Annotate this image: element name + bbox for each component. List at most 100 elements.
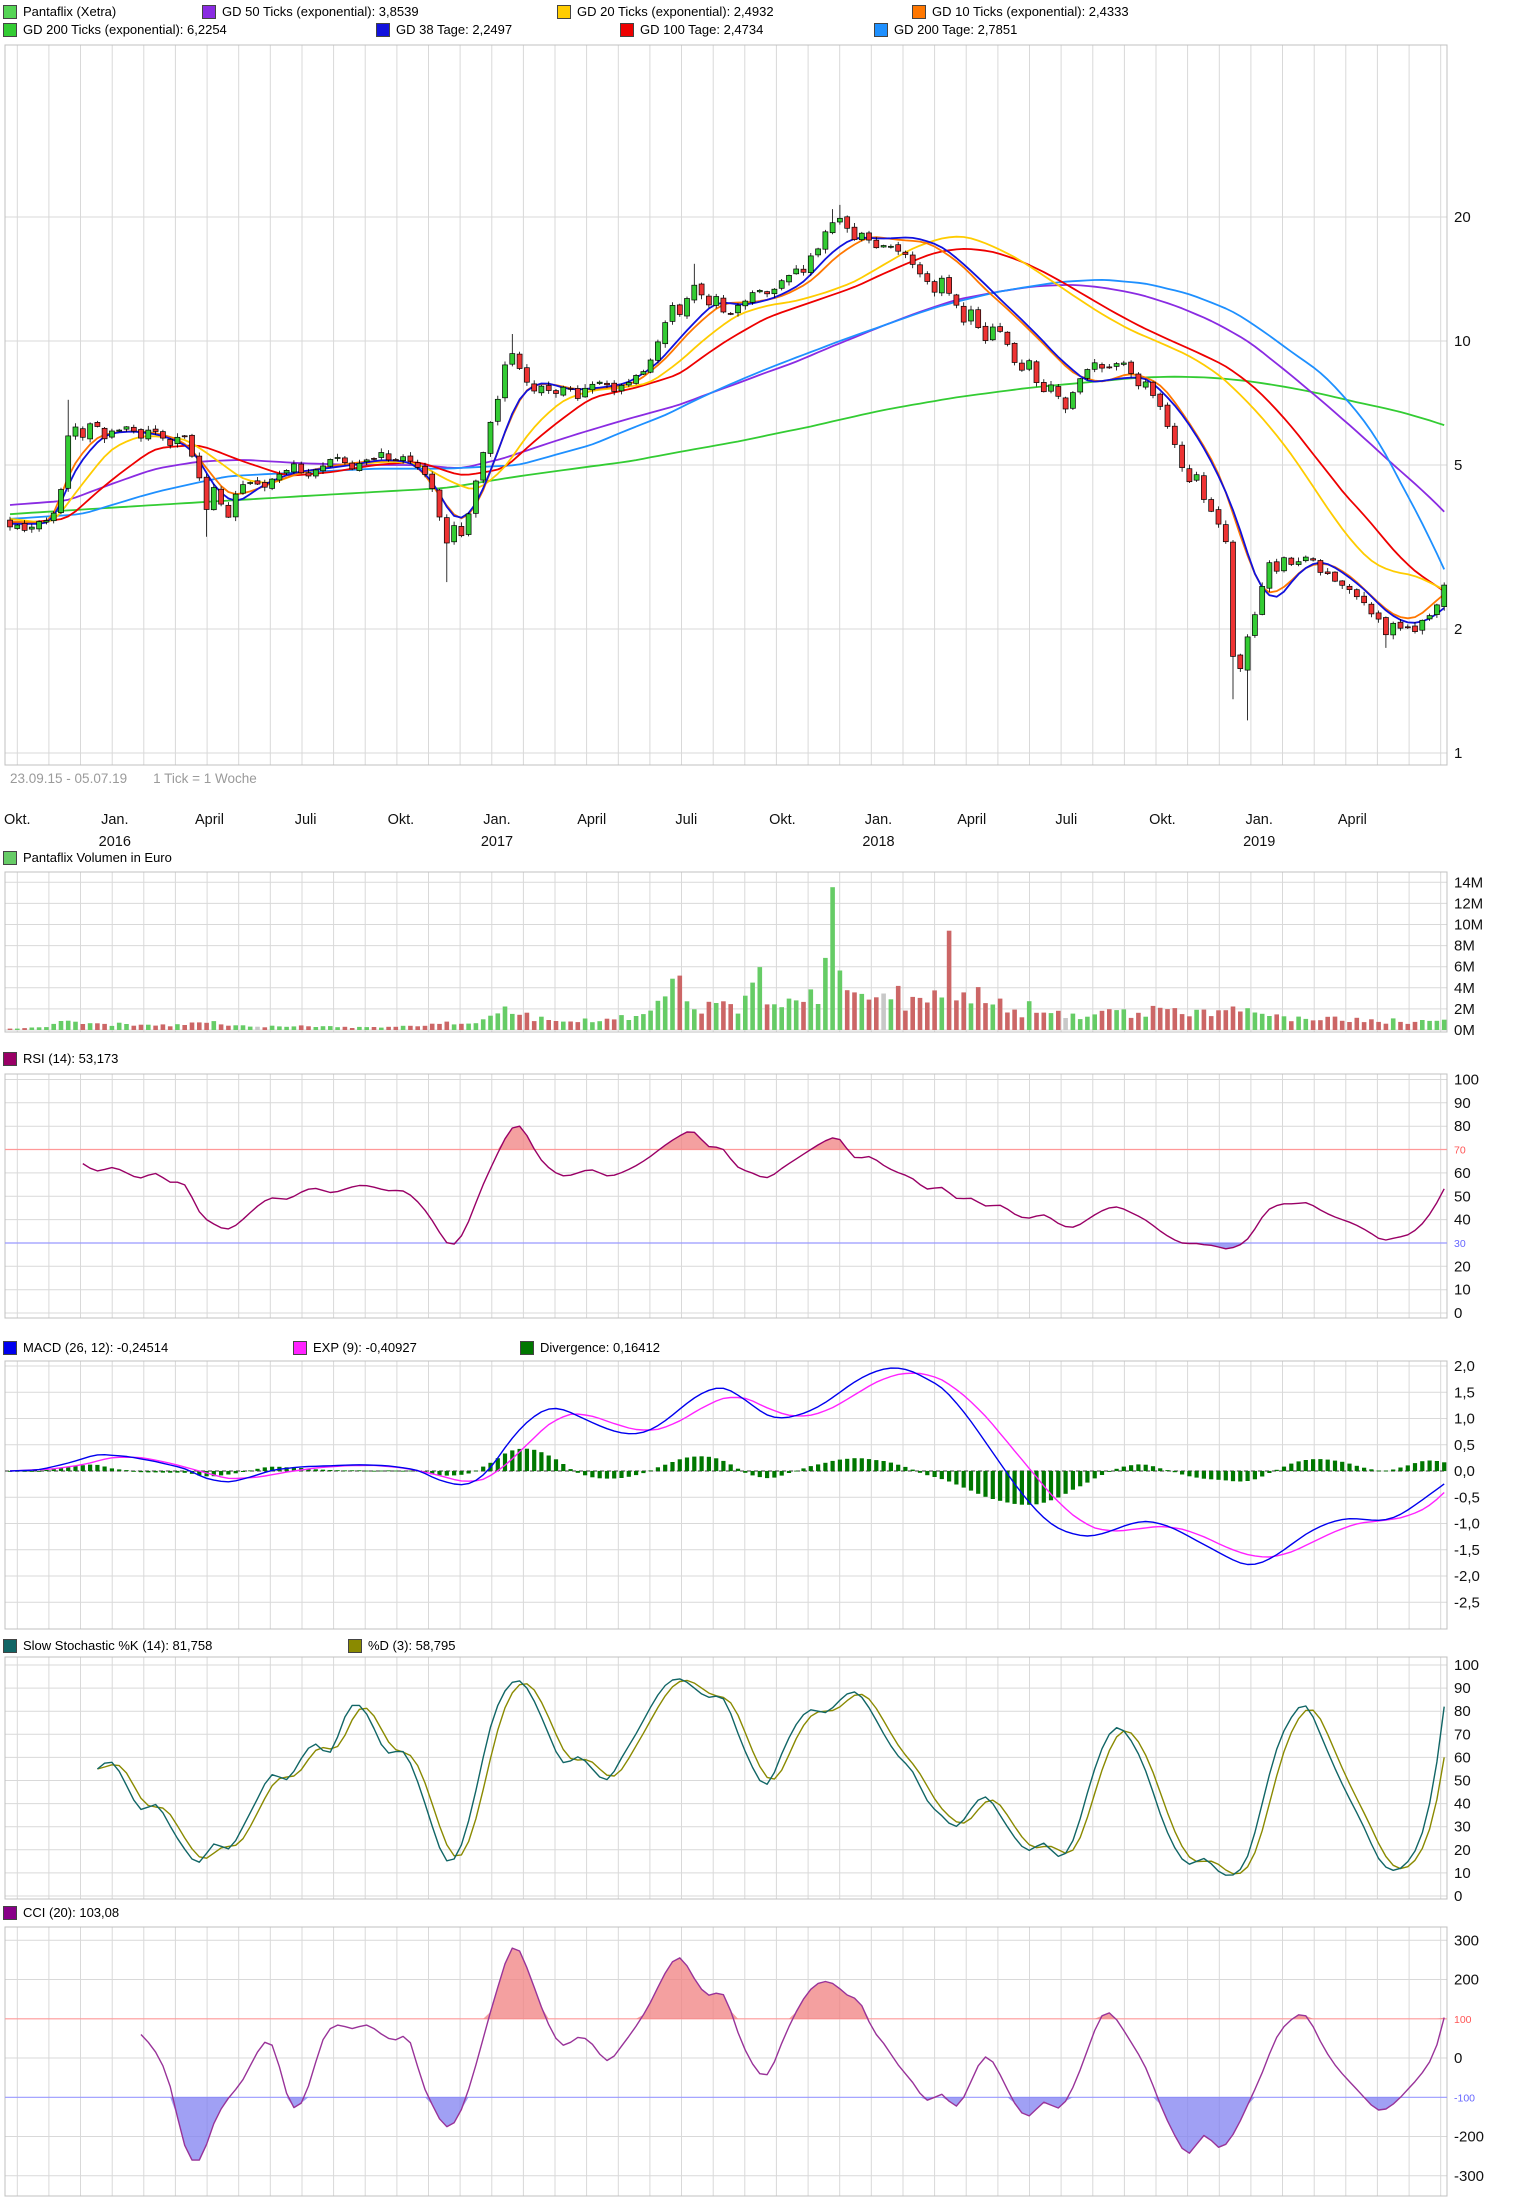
svg-text:1,5: 1,5 (1454, 1384, 1475, 1401)
svg-text:-1,0: -1,0 (1454, 1516, 1480, 1533)
gd10-swatch-icon (912, 4, 926, 19)
svg-text:10: 10 (1454, 333, 1471, 350)
svg-text:8M: 8M (1454, 938, 1475, 955)
svg-text:2019: 2019 (1243, 834, 1275, 850)
svg-text:Jan.: Jan. (1245, 812, 1272, 828)
legend-label: GD 10 Ticks (exponential): 2,4333 (932, 4, 1129, 19)
svg-text:2016: 2016 (99, 834, 131, 850)
svg-text:10: 10 (1454, 1282, 1471, 1299)
legend-label: CCI (20): 103,08 (23, 1905, 120, 1920)
macd-swatch-icon (3, 1340, 17, 1355)
svg-text:-200: -200 (1454, 2129, 1484, 2146)
svg-text:-1,5: -1,5 (1454, 1542, 1480, 1559)
svg-text:April: April (195, 812, 224, 828)
svg-text:40: 40 (1454, 1796, 1471, 1813)
legend-label: Pantaflix (Xetra) (23, 4, 117, 19)
svg-text:0M: 0M (1454, 1022, 1475, 1039)
legend-label: RSI (14): 53,173 (23, 1051, 119, 1066)
svg-text:0: 0 (1454, 1305, 1462, 1322)
svg-text:20: 20 (1454, 209, 1471, 226)
legend-label: GD 100 Tage: 2,4734 (640, 22, 764, 37)
legend-divergence: Divergence: 0,16412 (520, 1340, 660, 1355)
svg-text:14M: 14M (1454, 874, 1483, 891)
legend-label: GD 200 Ticks (exponential): 6,2254 (23, 22, 227, 37)
svg-text:40: 40 (1454, 1212, 1471, 1229)
svg-text:100: 100 (1454, 2014, 1472, 2026)
svg-text:20: 20 (1454, 1258, 1471, 1275)
svg-text:Jan.: Jan. (483, 812, 510, 828)
stoch-d-swatch-icon (348, 1638, 362, 1653)
svg-text:-0,5: -0,5 (1454, 1489, 1480, 1506)
gd38-swatch-icon (376, 22, 390, 37)
legend-volume: Pantaflix Volumen in Euro (3, 850, 172, 865)
pantaflix-swatch-icon (3, 4, 17, 19)
legend-gd10-ticks: GD 10 Ticks (exponential): 2,4333 (912, 4, 1129, 19)
svg-text:1: 1 (1454, 745, 1462, 762)
svg-text:4M: 4M (1454, 980, 1475, 997)
gd100-swatch-icon (620, 22, 634, 37)
svg-text:90: 90 (1454, 1095, 1471, 1112)
svg-text:-300: -300 (1454, 2168, 1484, 2185)
rsi-swatch-icon (3, 1051, 17, 1066)
svg-text:Okt.: Okt. (388, 812, 415, 828)
gd50-swatch-icon (202, 4, 216, 19)
svg-text:100: 100 (1454, 1072, 1479, 1089)
legend-label: Slow Stochastic %K (14): 81,758 (23, 1638, 213, 1653)
stoch-k-swatch-icon (3, 1638, 17, 1653)
svg-text:April: April (1338, 812, 1367, 828)
legend-gd38-tage: GD 38 Tage: 2,2497 (376, 22, 512, 37)
svg-text:April: April (957, 812, 986, 828)
svg-text:-100: -100 (1454, 2092, 1475, 2104)
gd200d-swatch-icon (874, 22, 888, 37)
svg-text:10: 10 (1454, 1865, 1471, 1882)
legend-gd200-ticks: GD 200 Ticks (exponential): 6,2254 (3, 22, 227, 37)
svg-text:0,0: 0,0 (1454, 1463, 1475, 1480)
svg-text:Jan.: Jan. (101, 812, 128, 828)
svg-text:20: 20 (1454, 1842, 1471, 1859)
legend-gd200-tage: GD 200 Tage: 2,7851 (874, 22, 1017, 37)
svg-text:2M: 2M (1454, 1001, 1475, 1018)
svg-text:-2,5: -2,5 (1454, 1594, 1480, 1611)
svg-text:Juli: Juli (1055, 812, 1077, 828)
legend-gd20-ticks: GD 20 Ticks (exponential): 2,4932 (557, 4, 774, 19)
svg-text:Jan.: Jan. (865, 812, 892, 828)
svg-text:70: 70 (1454, 1145, 1466, 1157)
gd200t-swatch-icon (3, 22, 17, 37)
svg-text:6M: 6M (1454, 959, 1475, 976)
legend-stochastic-d: %D (3): 58,795 (348, 1638, 455, 1653)
svg-text:300: 300 (1454, 1932, 1479, 1949)
legend-gd50-ticks: GD 50 Ticks (exponential): 3,8539 (202, 4, 419, 19)
svg-text:2,0: 2,0 (1454, 1358, 1475, 1375)
svg-text:Okt.: Okt. (769, 812, 796, 828)
legend-label: GD 200 Tage: 2,7851 (894, 22, 1018, 37)
svg-text:12M: 12M (1454, 895, 1483, 912)
svg-text:80: 80 (1454, 1118, 1471, 1135)
legend-gd100-tage: GD 100 Tage: 2,4734 (620, 22, 763, 37)
cci-swatch-icon (3, 1905, 17, 1920)
tick-note: 1 Tick = 1 Woche (153, 771, 257, 786)
svg-text:200: 200 (1454, 1972, 1479, 1989)
svg-text:10M: 10M (1454, 917, 1483, 934)
legend-label: GD 20 Ticks (exponential): 2,4932 (577, 4, 774, 19)
legend-label: GD 50 Ticks (exponential): 3,8539 (222, 4, 419, 19)
svg-text:100: 100 (1454, 1657, 1479, 1674)
legend-label: %D (3): 58,795 (368, 1638, 456, 1653)
legend-label: EXP (9): -0,40927 (313, 1340, 417, 1355)
volume-swatch-icon (3, 850, 17, 865)
svg-text:2: 2 (1454, 621, 1462, 638)
svg-text:70: 70 (1454, 1726, 1471, 1743)
svg-text:0,5: 0,5 (1454, 1437, 1475, 1454)
legend-label: Pantaflix Volumen in Euro (23, 850, 172, 865)
svg-text:0: 0 (1454, 2050, 1462, 2067)
legend-exp: EXP (9): -0,40927 (293, 1340, 417, 1355)
svg-text:30: 30 (1454, 1819, 1471, 1836)
legend-label: Divergence: 0,16412 (540, 1340, 660, 1355)
chart-canvas: 20 10 5 2 1 Okt. Jan. 2016 April Juli Okt. Jan. 2017… (4, 44, 1484, 2197)
exp-swatch-icon (293, 1340, 307, 1355)
svg-text:60: 60 (1454, 1749, 1471, 1766)
legend-label: MACD (26, 12): -0,24514 (23, 1340, 169, 1355)
svg-text:April: April (577, 812, 606, 828)
legend-label: GD 38 Tage: 2,2497 (396, 22, 513, 37)
svg-text:Juli: Juli (295, 812, 317, 828)
svg-text:60: 60 (1454, 1165, 1471, 1182)
